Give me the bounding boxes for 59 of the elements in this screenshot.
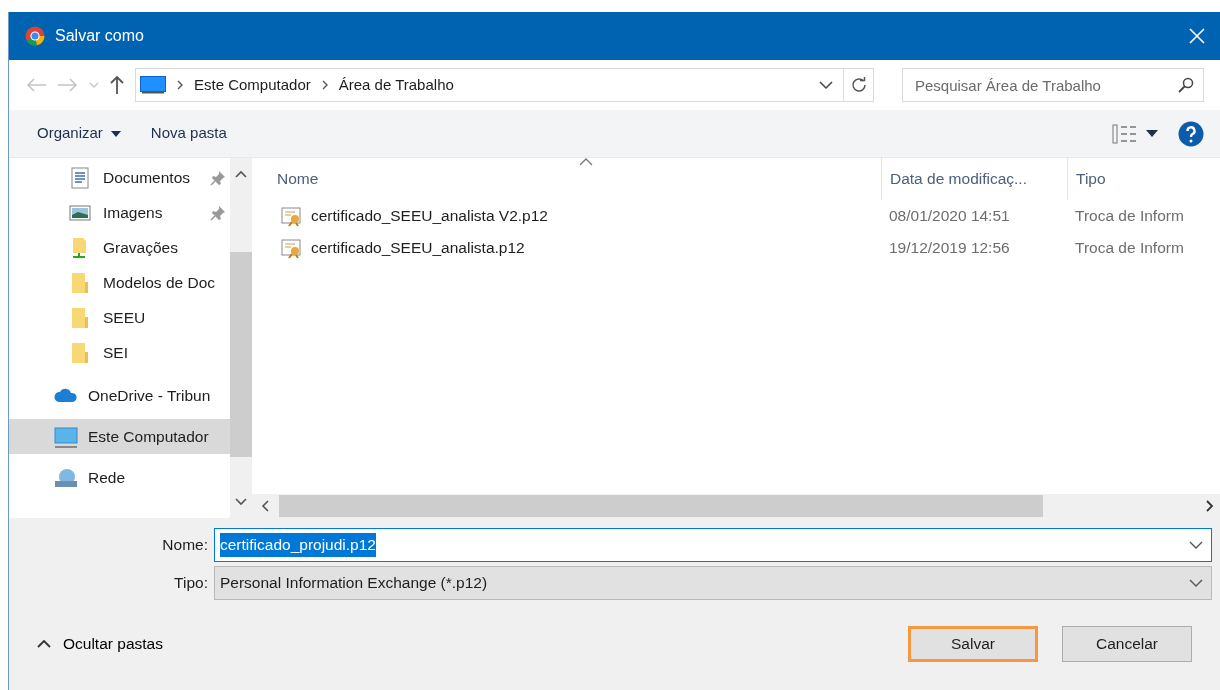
chevron-right-icon <box>320 79 329 91</box>
file-name[interactable]: certificado_SEEU_analista V2.p12 <box>251 204 881 228</box>
chevron-right-icon <box>176 79 184 91</box>
filename-field[interactable]: certificado_projudi.p12 <box>214 528 1212 562</box>
file-name[interactable]: certificado_SEEU_analista.p12 <box>251 236 881 260</box>
type-cell-text: Troca de Inform <box>1074 238 1185 259</box>
sidebar-item[interactable]: SEI <box>9 335 230 370</box>
date-cell-text: 19/12/2019 12:56 <box>888 238 1011 259</box>
search-field[interactable]: Pesquisar Área de Trabalho <box>902 68 1204 102</box>
caret-down-icon <box>110 130 121 137</box>
hide-folders-toggle[interactable]: Ocultar pastas <box>29 632 163 656</box>
caret-up-icon <box>37 640 51 648</box>
sidebar-item[interactable]: Modelos de Doc <box>9 265 230 300</box>
dialog-button[interactable]: Cancelar <box>1062 626 1192 662</box>
sidebar-item[interactable]: Documentos <box>9 160 230 195</box>
help-icon[interactable] <box>1178 120 1204 147</box>
caret-down-icon <box>1146 130 1158 137</box>
file-type-dropdown[interactable]: Personal Information Exchange (*.p12) <box>214 566 1212 600</box>
column-header[interactable]: Data de modificaç... <box>881 158 1067 200</box>
sidebar-item[interactable]: Gravações <box>9 230 230 265</box>
toolbar-button[interactable]: Organizar <box>27 118 131 149</box>
dialog-button[interactable]: Salvar <box>908 626 1038 662</box>
chevron-down-icon[interactable] <box>1189 541 1203 549</box>
monitor-icon <box>54 425 78 448</box>
chrome-logo-icon <box>25 26 45 46</box>
toolbar-button[interactable]: Nova pasta <box>140 118 237 149</box>
sidebar-item[interactable]: Imagens <box>9 195 230 230</box>
sidebar-item[interactable]: SEEU <box>9 300 230 335</box>
breadcrumb[interactable]: Este Computador <box>194 73 311 97</box>
address-bar[interactable]: Este Computador Área de Trabalho <box>135 68 874 102</box>
chevron-down-icon[interactable] <box>1189 579 1203 587</box>
chevron-down-icon[interactable] <box>819 80 833 90</box>
scroll-right-icon[interactable] <box>1206 500 1214 512</box>
scroll-up-icon[interactable] <box>235 170 247 178</box>
breadcrumb[interactable]: Área de Trabalho <box>338 73 454 97</box>
date-cell-text: 08/01/2020 14:51 <box>888 206 1011 227</box>
sidebar-item[interactable]: Este Computador <box>9 419 230 454</box>
network-icon <box>54 466 78 489</box>
sort-caret-icon[interactable] <box>579 158 593 166</box>
sidebar-item[interactable]: OneDrive - Tribun <box>9 378 230 413</box>
refresh-icon[interactable] <box>850 77 867 93</box>
field-label: Tipo: <box>173 573 209 594</box>
field-label: Nome: <box>161 535 209 556</box>
sidebar-item[interactable]: Rede <box>9 460 230 495</box>
window-title: Salvar como <box>55 26 145 46</box>
computer-icon <box>140 76 166 94</box>
scroll-down-icon[interactable] <box>235 498 247 506</box>
column-header[interactable]: Nome <box>251 158 881 200</box>
scrollbar-thumb[interactable] <box>279 495 1043 517</box>
search-icon <box>1178 77 1194 93</box>
certificate-icon <box>281 205 303 227</box>
column-header[interactable]: Tipo <box>1067 158 1220 200</box>
type-cell-text: Troca de Inform <box>1074 206 1185 227</box>
scrollbar-thumb[interactable] <box>230 252 252 457</box>
details-view-icon <box>1112 123 1138 144</box>
up-arrow-icon[interactable] <box>109 75 125 95</box>
certificate-icon <box>281 237 303 259</box>
scroll-left-icon[interactable] <box>261 500 269 512</box>
close-icon[interactable] <box>1188 27 1206 45</box>
